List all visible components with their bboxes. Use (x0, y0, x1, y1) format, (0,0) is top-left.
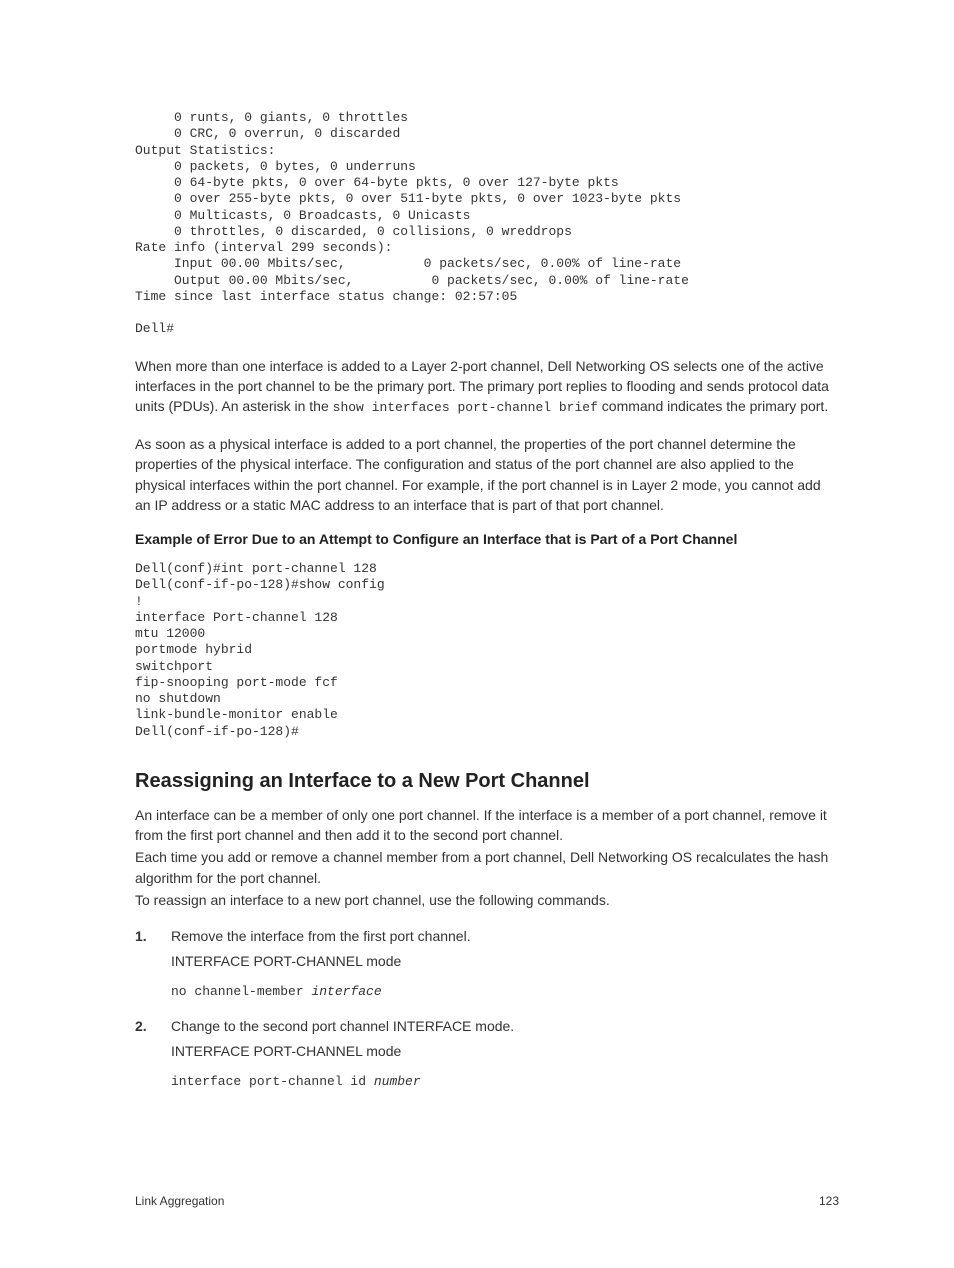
para1-text-b: command indicates the primary port. (598, 398, 828, 414)
footer-title: Link Aggregation (135, 1194, 224, 1208)
step-1-text: Remove the interface from the first port… (171, 928, 471, 944)
document-page: 0 runts, 0 giants, 0 throttles 0 CRC, 0 … (0, 0, 954, 1268)
cli-output-block: 0 runts, 0 giants, 0 throttles 0 CRC, 0 … (135, 110, 839, 338)
example-heading: Example of Error Due to an Attempt to Co… (135, 531, 839, 547)
step-2-mode: INTERFACE PORT-CHANNEL mode (171, 1041, 839, 1062)
body-paragraph-2: As soon as a physical interface is added… (135, 434, 839, 515)
step-1-number: 1. (135, 926, 147, 947)
step-2-command: interface port-channel id number (171, 1072, 839, 1092)
step-1-cmd-arg: interface (311, 984, 381, 999)
step-2-cmd-text: interface port-channel id (171, 1074, 374, 1089)
step-2-cmd-arg: number (374, 1074, 421, 1089)
step-2-number: 2. (135, 1016, 147, 1037)
body-paragraph-3: An interface can be a member of only one… (135, 805, 839, 846)
body-paragraph-1: When more than one interface is added to… (135, 356, 839, 418)
footer-page-number: 123 (819, 1194, 839, 1208)
cli-config-block: Dell(conf)#int port-channel 128 Dell(con… (135, 561, 839, 740)
step-2: 2. Change to the second port channel INT… (171, 1016, 839, 1092)
step-1-cmd-text: no channel-member (171, 984, 311, 999)
body-paragraph-5: To reassign an interface to a new port c… (135, 890, 839, 910)
page-footer: Link Aggregation 123 (135, 1194, 839, 1208)
step-2-text: Change to the second port channel INTERF… (171, 1018, 514, 1034)
step-1-mode: INTERFACE PORT-CHANNEL mode (171, 951, 839, 972)
section-heading: Reassigning an Interface to a New Port C… (135, 770, 839, 793)
steps-list: 1. Remove the interface from the first p… (135, 926, 839, 1091)
body-paragraph-4: Each time you add or remove a channel me… (135, 847, 839, 888)
step-1-command: no channel-member interface (171, 982, 839, 1002)
inline-command: show interfaces port-channel brief (333, 400, 598, 415)
step-1: 1. Remove the interface from the first p… (171, 926, 839, 1002)
